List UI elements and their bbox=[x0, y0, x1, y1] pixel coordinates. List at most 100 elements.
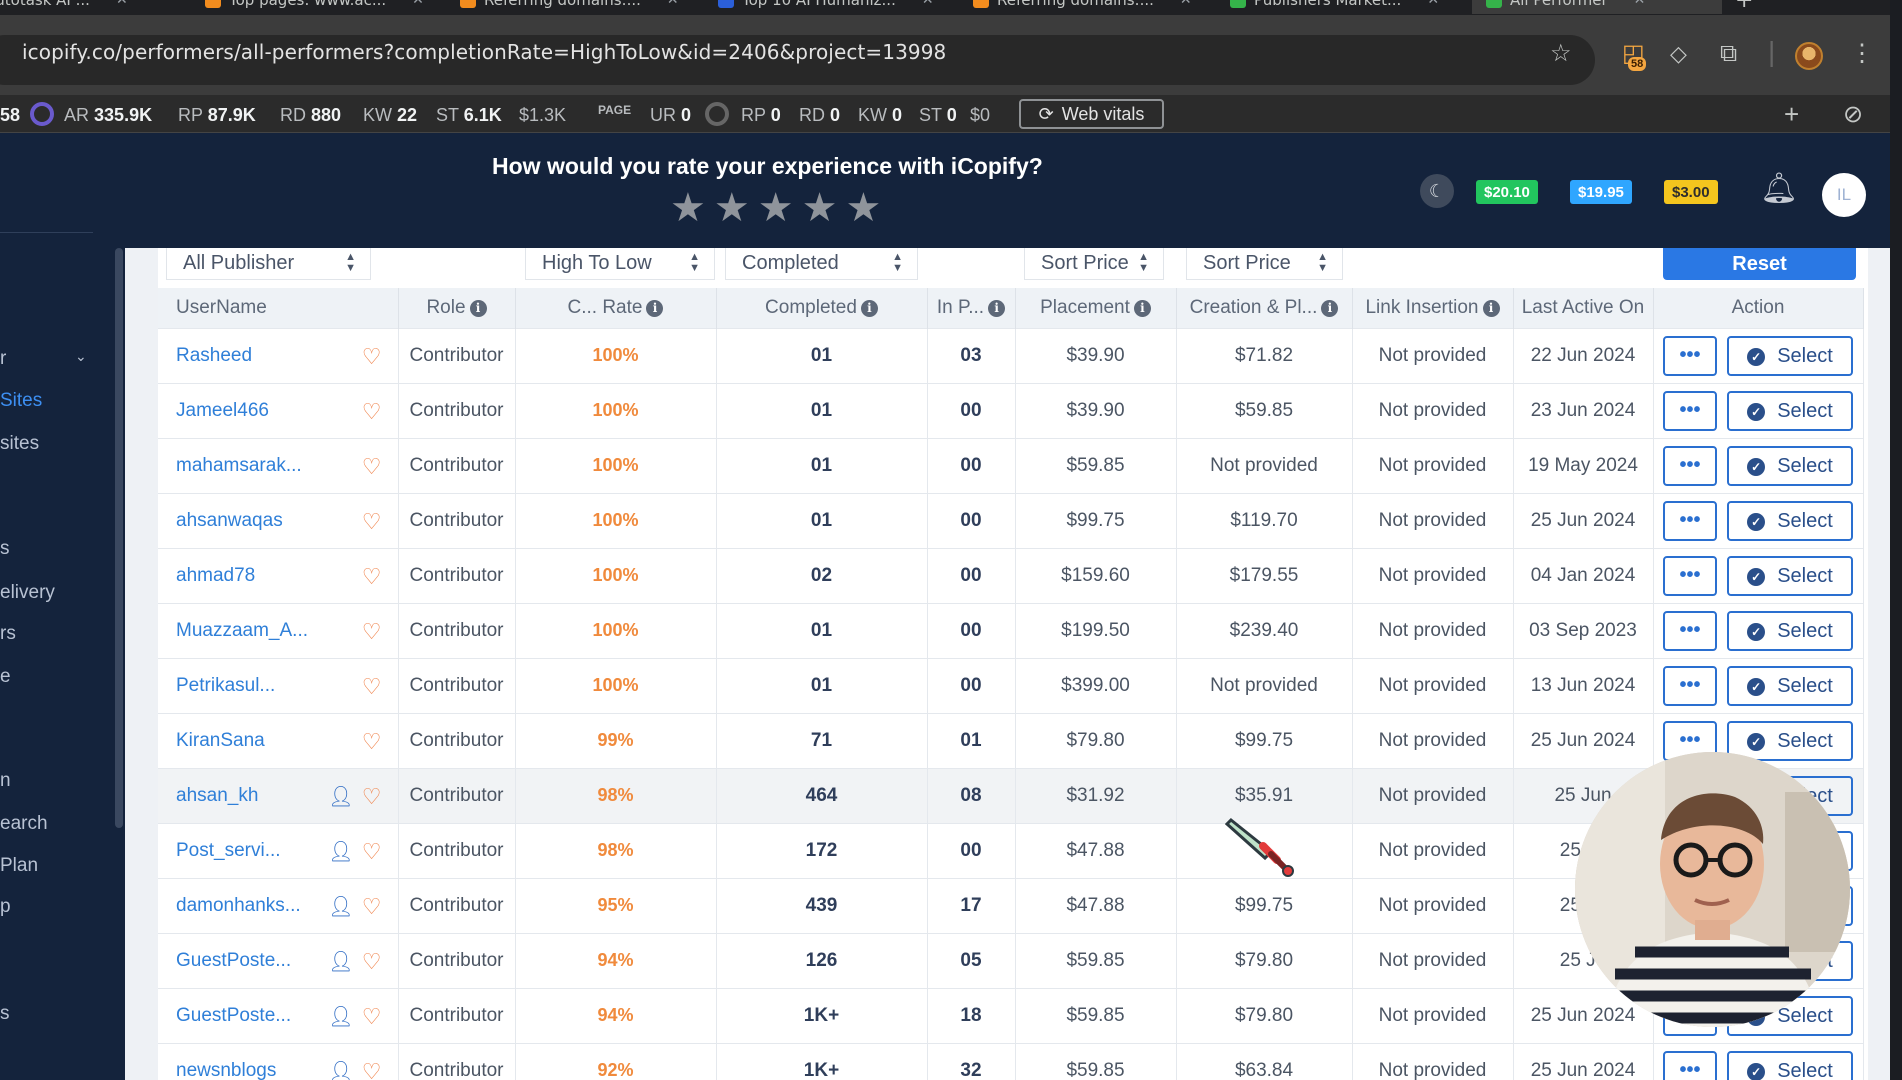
info-icon[interactable]: i bbox=[469, 299, 487, 317]
favorite-heart-icon[interactable]: ♡ bbox=[362, 1059, 382, 1080]
username-link[interactable]: newsnblogs 👤︎ ♡ bbox=[158, 1042, 399, 1080]
favorite-heart-icon[interactable]: ♡ bbox=[362, 509, 382, 535]
col-link-insertion[interactable]: Link Insertion i bbox=[1352, 288, 1514, 328]
username-link[interactable]: damonhanks... 👤︎ ♡ bbox=[158, 877, 399, 933]
disable-icon[interactable]: ⊘ bbox=[1843, 100, 1863, 129]
select-button[interactable]: ✓Select bbox=[1727, 720, 1853, 761]
more-options-button[interactable]: ••• bbox=[1663, 500, 1717, 541]
col-role[interactable]: Role i bbox=[398, 288, 516, 328]
publisher-filter-select[interactable]: All Publisher ▲ ▼ bbox=[166, 248, 371, 280]
username-link[interactable]: Petrikasul... ♡ bbox=[158, 657, 399, 713]
select-button[interactable]: ✓Select bbox=[1727, 610, 1853, 651]
username-link[interactable]: ahmad78 ♡ bbox=[158, 547, 399, 603]
sidebar-item[interactable]: elivery bbox=[0, 582, 55, 604]
close-icon[interactable]: ✕ bbox=[922, 0, 934, 8]
favorite-heart-icon[interactable]: ♡ bbox=[362, 344, 382, 370]
info-icon[interactable]: i bbox=[1321, 299, 1339, 317]
sidebar-item[interactable]: rs bbox=[0, 623, 16, 645]
more-options-button[interactable]: ••• bbox=[1663, 1050, 1717, 1080]
star-icon[interactable]: ★ bbox=[670, 188, 706, 228]
sidebar-item[interactable]: p bbox=[0, 896, 11, 918]
select-button[interactable]: ✓Select bbox=[1727, 335, 1853, 376]
favorite-heart-icon[interactable]: ♡ bbox=[362, 729, 382, 755]
sidebar-item[interactable]: s bbox=[0, 1003, 10, 1025]
sort-price-select[interactable]: Sort Price ▲ ▼ bbox=[1024, 248, 1164, 280]
close-icon[interactable]: ✕ bbox=[1180, 0, 1192, 8]
select-button[interactable]: ✓Select bbox=[1727, 445, 1853, 486]
favorite-heart-icon[interactable]: ♡ bbox=[362, 784, 382, 810]
sidebar-item[interactable]: sites bbox=[0, 433, 39, 455]
bookmark-star-icon[interactable]: ☆ bbox=[1550, 42, 1572, 66]
sidebar-item[interactable]: s bbox=[0, 538, 10, 560]
browser-tab[interactable]: Referring domains:... ✕ bbox=[973, 0, 1192, 14]
favorite-heart-icon[interactable]: ♡ bbox=[362, 454, 382, 480]
sidebar-item[interactable]: earch bbox=[0, 813, 48, 835]
user-avatar[interactable]: IL bbox=[1822, 173, 1866, 217]
col-creation-placement[interactable]: Creation & Pl... i bbox=[1176, 288, 1353, 328]
completion-rate-select[interactable]: High To Low ▲ ▼ bbox=[525, 248, 715, 280]
star-icon[interactable]: ★ bbox=[714, 188, 750, 228]
more-options-button[interactable]: ••• bbox=[1663, 445, 1717, 486]
username-link[interactable]: Muazzaam_A... ♡ bbox=[158, 602, 399, 658]
col-username[interactable]: UserName bbox=[158, 288, 399, 328]
username-link[interactable]: GuestPoste... 👤︎ ♡ bbox=[158, 987, 399, 1043]
add-icon[interactable]: + bbox=[1784, 99, 1799, 130]
select-button[interactable]: ✓Select bbox=[1727, 1050, 1853, 1080]
sort-price-select[interactable]: Sort Price ▲ ▼ bbox=[1186, 248, 1343, 280]
select-button[interactable]: ✓Select bbox=[1727, 390, 1853, 431]
more-options-button[interactable]: ••• bbox=[1663, 390, 1717, 431]
browser-tab-active[interactable]: All Performer ✕ bbox=[1472, 0, 1722, 14]
favorite-heart-icon[interactable]: ♡ bbox=[362, 894, 382, 920]
puzzle-extensions-icon[interactable]: ⧉ bbox=[1720, 42, 1737, 66]
more-options-button[interactable]: ••• bbox=[1663, 555, 1717, 596]
col-placement[interactable]: Placement i bbox=[1015, 288, 1177, 328]
dark-mode-toggle-icon[interactable]: ☾ bbox=[1420, 174, 1454, 208]
reset-button[interactable]: Reset bbox=[1663, 248, 1856, 280]
more-options-button[interactable]: ••• bbox=[1663, 610, 1717, 651]
new-tab-button[interactable]: + bbox=[1735, 0, 1753, 14]
close-icon[interactable]: ✕ bbox=[412, 0, 424, 8]
col-last-active[interactable]: Last Active On bbox=[1513, 288, 1654, 328]
col-completed[interactable]: Completed i bbox=[716, 288, 928, 328]
username-link[interactable]: Post_servi... 👤︎ ♡ bbox=[158, 822, 399, 878]
username-link[interactable]: ahsan_kh 👤︎ ♡ bbox=[158, 767, 399, 823]
favorite-heart-icon[interactable]: ♡ bbox=[362, 619, 382, 645]
sidebar-item[interactable]: n bbox=[0, 770, 11, 792]
star-icon[interactable]: ★ bbox=[758, 188, 794, 228]
wallet-balance-green[interactable]: $20.10 bbox=[1476, 180, 1538, 204]
browser-tab[interactable]: Autotask AI ... ✕ bbox=[0, 0, 128, 14]
info-icon[interactable]: i bbox=[988, 299, 1006, 317]
browser-tab[interactable]: Referring domains:... ✕ bbox=[460, 0, 679, 14]
username-link[interactable]: Rasheed ♡ bbox=[158, 327, 399, 383]
favorite-heart-icon[interactable]: ♡ bbox=[362, 399, 382, 425]
profile-avatar-icon[interactable] bbox=[1795, 42, 1823, 70]
notification-bell-icon[interactable]: 🔔︎ bbox=[1760, 171, 1798, 206]
close-icon[interactable]: ✕ bbox=[1427, 0, 1439, 8]
favorite-heart-icon[interactable]: ♡ bbox=[362, 839, 382, 865]
close-icon[interactable]: ✕ bbox=[116, 0, 128, 8]
close-icon[interactable]: ✕ bbox=[667, 0, 679, 8]
star-icon[interactable]: ★ bbox=[845, 188, 881, 228]
wallet-balance-yellow[interactable]: $3.00 bbox=[1664, 180, 1718, 204]
kebab-menu-icon[interactable]: ⋮ bbox=[1850, 42, 1874, 66]
wallet-balance-blue[interactable]: $19.95 bbox=[1570, 180, 1632, 204]
web-vitals-button[interactable]: ⟳ Web vitals bbox=[1019, 99, 1164, 129]
browser-tab[interactable]: Publishers Market... ✕ bbox=[1230, 0, 1439, 14]
close-icon[interactable]: ✕ bbox=[1634, 0, 1646, 8]
completed-filter-select[interactable]: Completed ▲ ▼ bbox=[725, 248, 918, 280]
info-icon[interactable]: i bbox=[1133, 299, 1151, 317]
info-icon[interactable]: i bbox=[646, 299, 664, 317]
col-in-progress[interactable]: In P... i bbox=[927, 288, 1016, 328]
browser-tab[interactable]: Top 10 AI Humaniz... ✕ bbox=[718, 0, 934, 14]
favorite-heart-icon[interactable]: ♡ bbox=[362, 674, 382, 700]
more-options-button[interactable]: ••• bbox=[1663, 335, 1717, 376]
username-link[interactable]: Jameel466 ♡ bbox=[158, 382, 399, 438]
username-link[interactable]: mahamsarak... ♡ bbox=[158, 437, 399, 493]
sidebar-item-sites[interactable]: Sites bbox=[0, 390, 42, 412]
favorite-heart-icon[interactable]: ♡ bbox=[362, 949, 382, 975]
favorite-heart-icon[interactable]: ♡ bbox=[362, 1004, 382, 1030]
sidebar-item[interactable]: r ⌄ bbox=[0, 348, 87, 370]
username-link[interactable]: GuestPoste... 👤︎ ♡ bbox=[158, 932, 399, 988]
username-link[interactable]: KiranSana ♡ bbox=[158, 712, 399, 768]
col-completion-rate[interactable]: C... Rate i bbox=[515, 288, 717, 328]
